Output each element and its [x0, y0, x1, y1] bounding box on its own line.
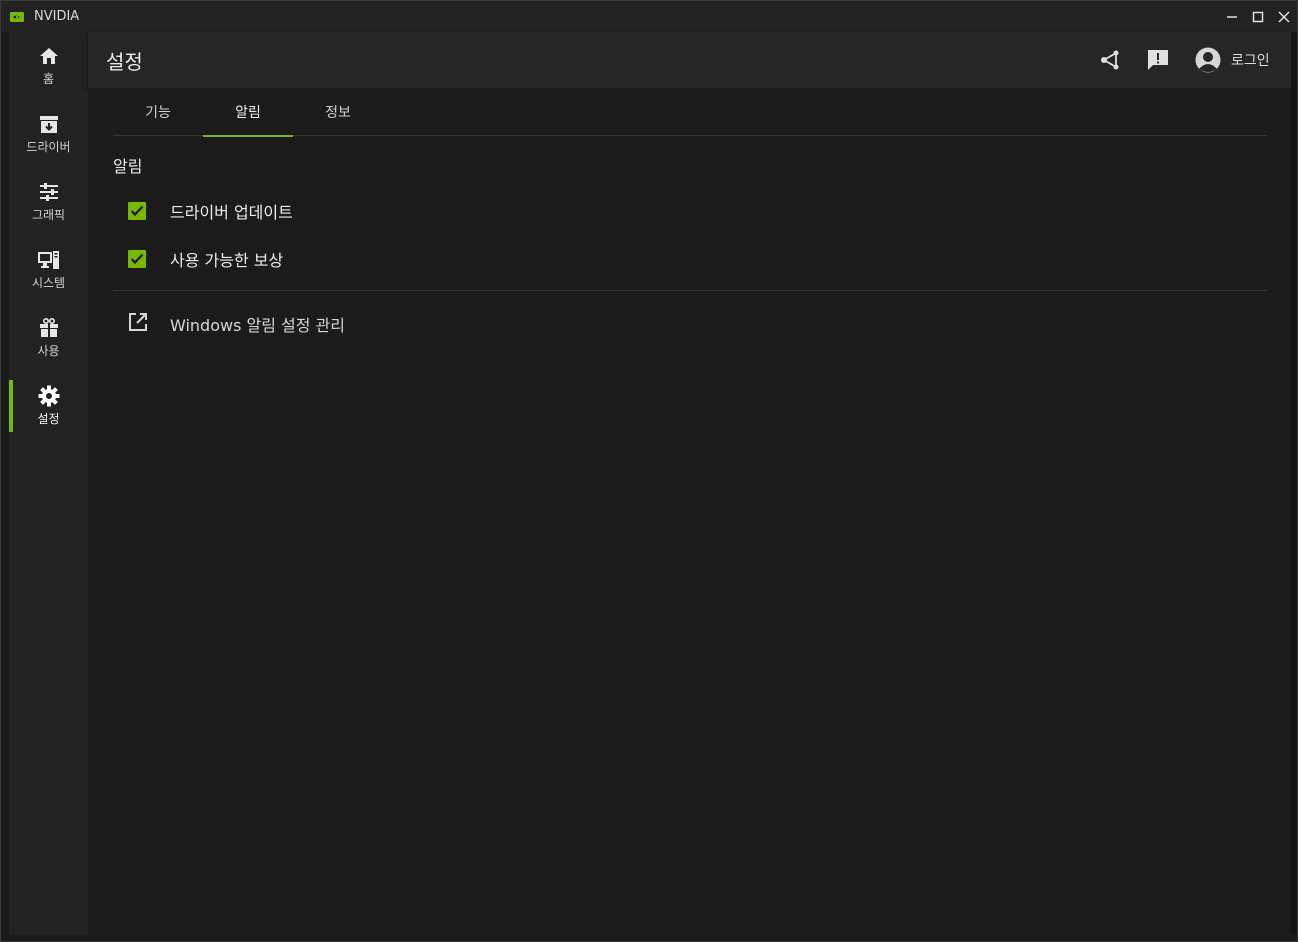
sidebar-item-home[interactable]: 홈	[9, 32, 88, 100]
divider	[113, 290, 1267, 291]
home-icon	[38, 45, 60, 67]
tab-about[interactable]: 정보	[293, 88, 383, 136]
driver-update-label: 드라이버 업데이트	[170, 203, 293, 222]
sliders-icon	[38, 181, 60, 203]
sidebar-item-label: 홈	[42, 72, 55, 86]
tab-features[interactable]: 기능	[113, 88, 203, 136]
feedback-icon[interactable]	[1146, 48, 1170, 72]
scrollbar[interactable]	[1291, 32, 1297, 935]
window-controls	[1219, 1, 1297, 32]
manage-windows-notifications-link[interactable]: Windows 알림 설정 관리	[128, 312, 345, 336]
app-title: NVIDIA	[34, 9, 80, 24]
settings-content: 기능 알림 정보 알림 드라이버 업데이트 사용 가능한 보상 Windows …	[88, 88, 1291, 935]
section-title: 알림	[113, 157, 143, 176]
driver-update-option[interactable]: 드라이버 업데이트	[128, 199, 293, 223]
available-rewards-label: 사용 가능한 보상	[170, 251, 284, 270]
sidebar-item-driver[interactable]: 드라이버	[9, 100, 88, 168]
sidebar-item-graphics[interactable]: 그래픽	[9, 168, 88, 236]
avatar-icon	[1195, 47, 1221, 73]
minimize-button[interactable]	[1219, 1, 1245, 32]
settings-tabs: 기능 알림 정보	[113, 88, 1267, 137]
sidebar-item-label: 시스템	[31, 276, 66, 290]
sidebar-item-system[interactable]: 시스템	[9, 236, 88, 304]
sidebar-item-rewards[interactable]: 사용	[9, 304, 88, 372]
maximize-button[interactable]	[1245, 1, 1271, 32]
available-rewards-checkbox[interactable]	[128, 250, 146, 268]
title-bar: NVIDIA	[1, 1, 1297, 32]
sidebar-item-label: 사용	[37, 344, 60, 358]
sidebar-item-label: 드라이버	[26, 140, 71, 154]
sidebar: 홈 드라이버 그래픽 시스템 사용 설정	[9, 32, 88, 935]
driver-download-icon	[38, 113, 60, 135]
sidebar-item-label: 설정	[37, 412, 60, 426]
page-title: 설정	[106, 50, 143, 74]
tab-notifications[interactable]: 알림	[203, 88, 293, 137]
available-rewards-option[interactable]: 사용 가능한 보상	[128, 247, 283, 271]
page-header: 설정 로그인	[88, 32, 1291, 88]
app-window: NVIDIA 홈 드라이버 그래픽 시스템 사용 설정 설정 로그인 기능 알림…	[0, 0, 1298, 942]
system-monitor-icon	[37, 249, 60, 271]
gear-icon	[38, 385, 60, 407]
sidebar-item-settings[interactable]: 설정	[9, 372, 88, 440]
manage-link-label: Windows 알림 설정 관리	[170, 316, 345, 335]
driver-update-checkbox[interactable]	[128, 202, 146, 220]
close-button[interactable]	[1271, 1, 1297, 32]
gift-icon	[38, 317, 60, 339]
nvidia-logo-icon	[10, 11, 24, 22]
login-label: 로그인	[1231, 53, 1270, 69]
sidebar-item-label: 그래픽	[31, 208, 66, 222]
external-link-icon	[128, 312, 148, 336]
login-button[interactable]: 로그인	[1195, 47, 1270, 73]
share-icon[interactable]	[1098, 48, 1122, 72]
